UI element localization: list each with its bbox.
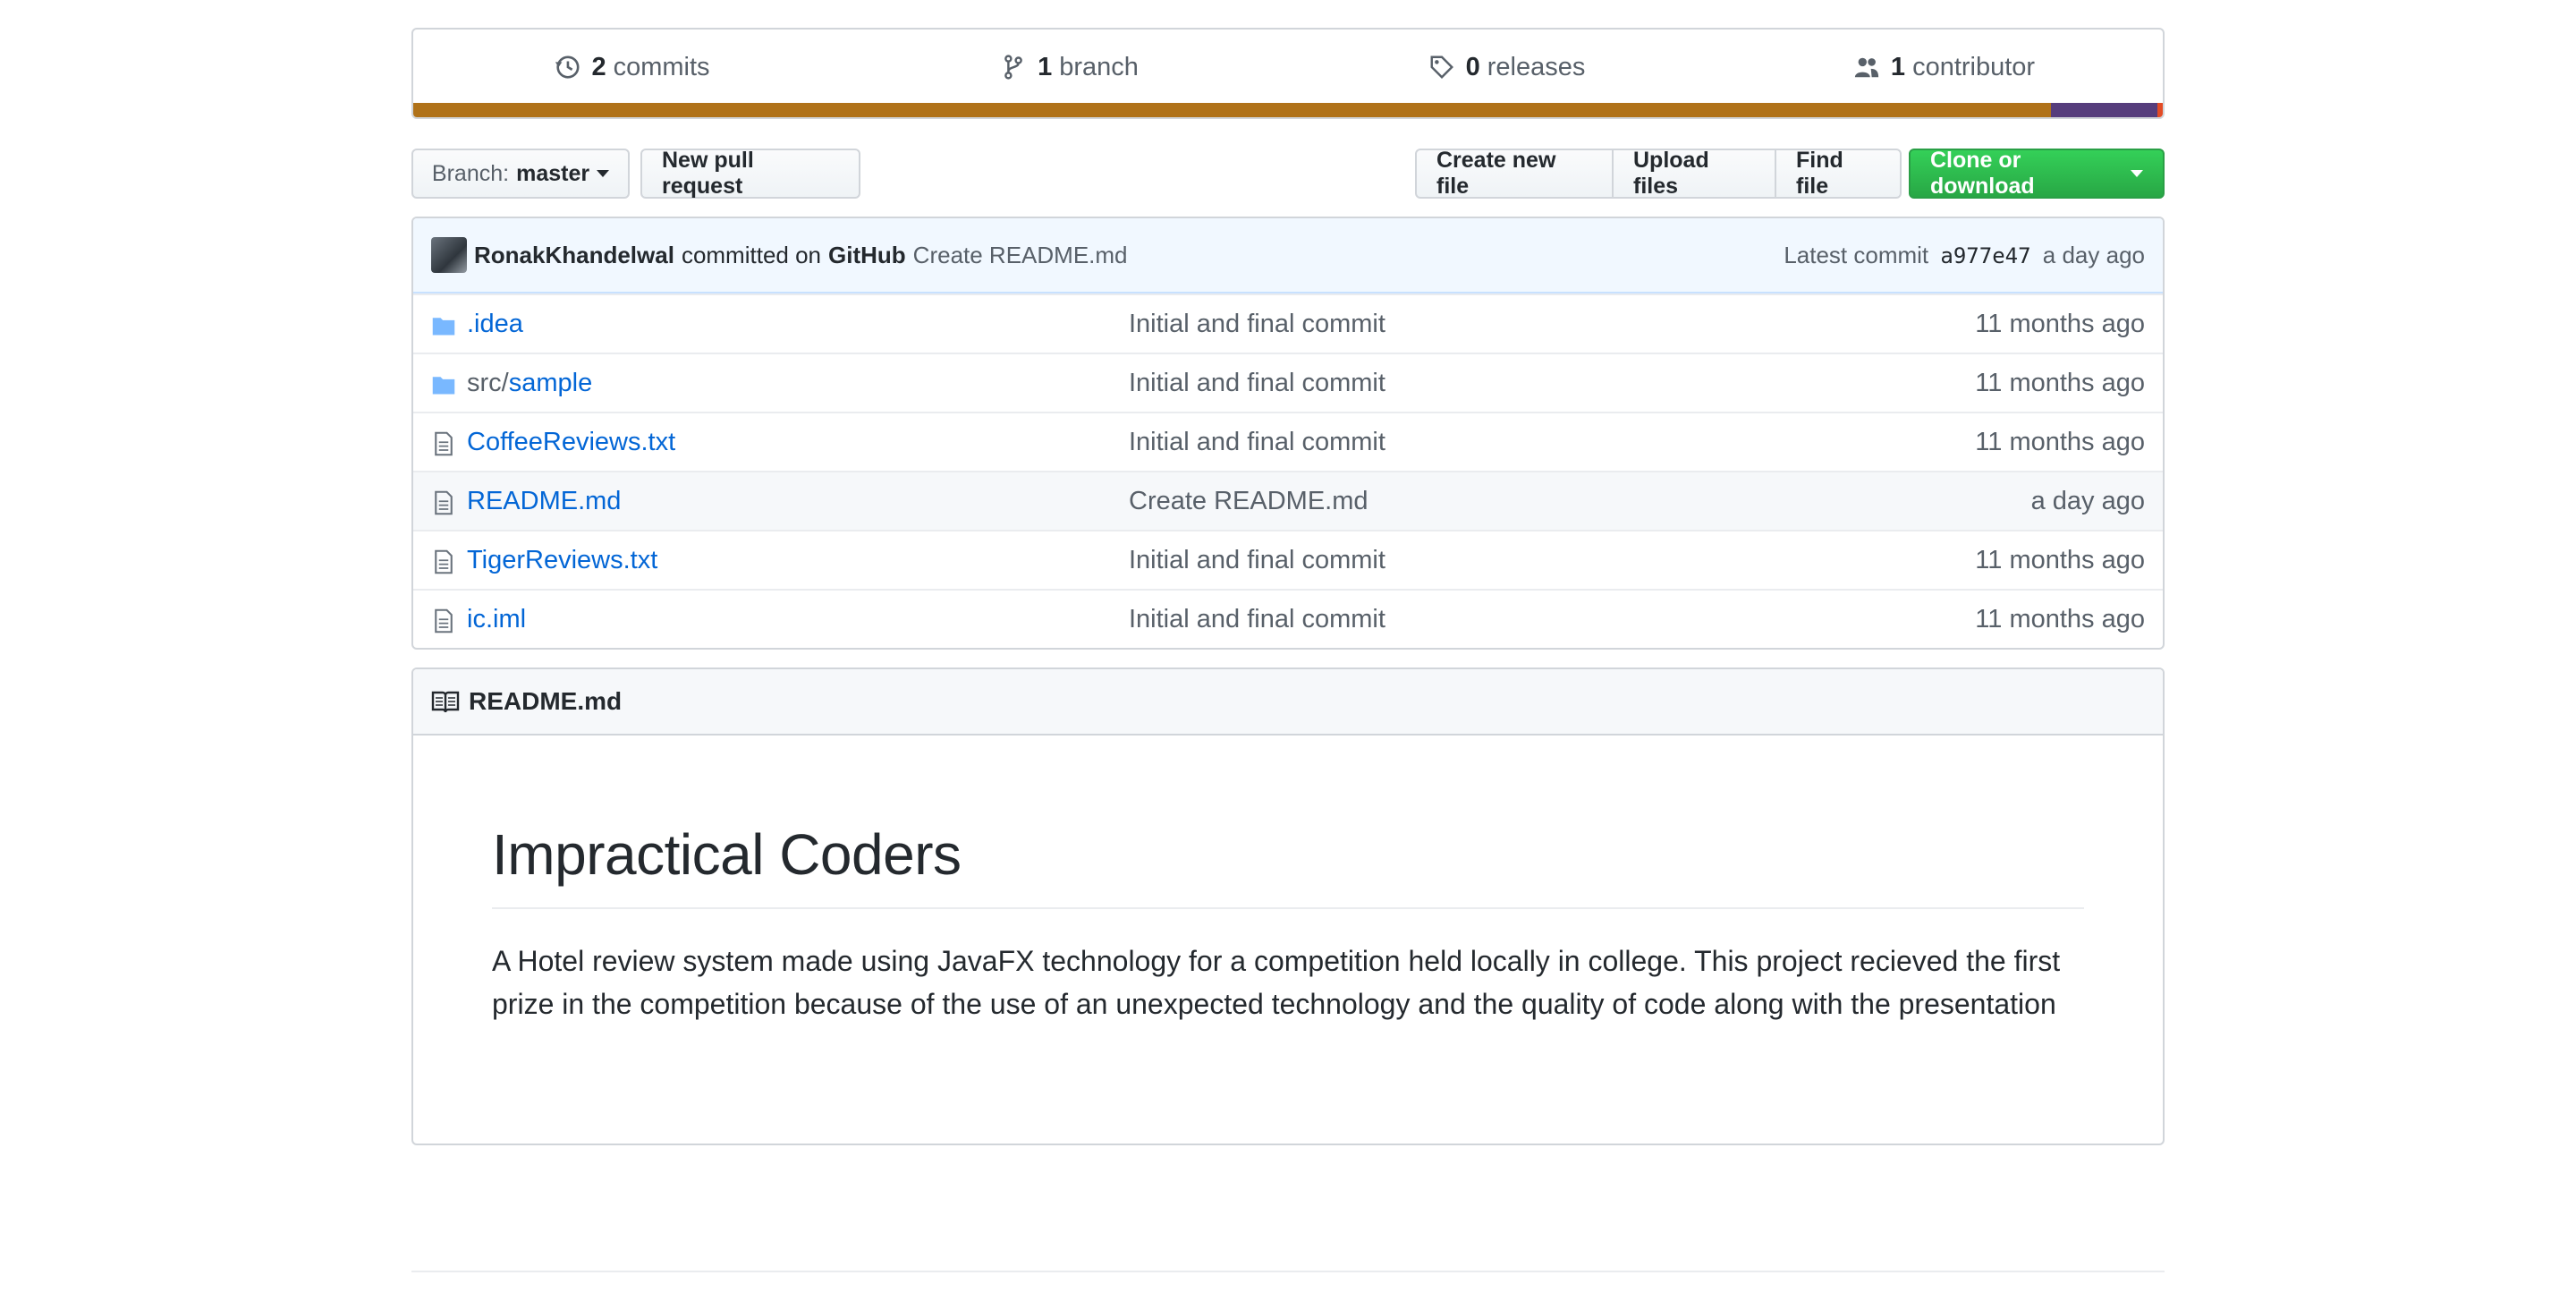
find-file-button[interactable]: Find file [1775,148,1902,199]
file-icon [435,431,453,456]
file-row: ic.iml Initial and final commit 11 month… [413,589,2163,648]
footer-divider [411,1271,2165,1272]
file-commit-message[interactable]: Initial and final commit [1129,310,1385,339]
releases-label: releases [1487,52,1586,81]
language-bar[interactable] [413,103,2163,117]
chevron-down-icon [597,170,610,177]
releases-count: 0 [1465,52,1480,81]
file-age: 11 months ago [1975,545,2145,574]
readme-title: Impractical Coders [492,821,2084,909]
readme-panel: README.md Impractical Coders A Hotel rev… [411,668,2165,1145]
branch-count: 1 [1038,52,1053,81]
branch-label: branch [1059,52,1139,81]
upload-files-button[interactable]: Upload files [1612,148,1776,199]
file-commit-message[interactable]: Create README.md [1129,487,1368,516]
file-row: CoffeeReviews.txt Initial and final comm… [413,412,2163,471]
file-name-link[interactable]: TigerReviews.txt [467,546,657,575]
language-segment-html [2157,103,2163,117]
file-commit-message[interactable]: Initial and final commit [1129,428,1385,457]
file-name-link[interactable]: .idea [467,310,523,339]
language-segment-css [2050,103,2158,117]
commits-label: commits [613,52,710,81]
latest-commit-age: a day ago [2042,241,2145,268]
file-name-link[interactable]: ic.iml [467,605,526,634]
commits-count: 2 [591,52,606,81]
chevron-down-icon [2131,170,2143,177]
readme-header: README.md [413,669,2163,736]
repository-summary: 2 commits 1 branch 0 releases 1 contribu… [411,28,2165,119]
avatar[interactable] [431,237,467,273]
commit-message-link[interactable]: Create README.md [913,242,1128,269]
file-row: TigerReviews.txt Initial and final commi… [413,530,2163,589]
latest-commit-bar: RonakKhandelwal committed on GitHub Crea… [413,218,2163,293]
file-icon [435,608,453,633]
file-commit-message[interactable]: Initial and final commit [1129,605,1385,634]
branch-prefix: Branch: [431,160,510,186]
book-icon [431,691,460,713]
new-pull-request-button[interactable]: New pull request [640,148,860,199]
branches-link[interactable]: 1 branch [851,53,1288,82]
branch-icon [1004,55,1022,80]
readme-filename: README.md [469,687,623,715]
file-age: 11 months ago [1975,604,2145,633]
folder-icon [432,377,455,395]
file-commit-message[interactable]: Initial and final commit [1129,369,1385,398]
folder-icon [432,318,455,336]
contributors-link[interactable]: 1 contributor [1725,53,2163,82]
file-icon [435,490,453,515]
committed-on-text: committed on [681,241,822,268]
file-name-link[interactable]: README.md [467,487,621,516]
history-icon [555,55,580,79]
contributors-label: contributor [1912,52,2036,81]
create-new-file-button[interactable]: Create new file [1415,148,1614,199]
commit-author-link[interactable]: RonakKhandelwal [474,242,674,269]
contributors-count: 1 [1890,52,1906,81]
commit-platform: GitHub [828,241,906,268]
people-icon [1854,57,1879,78]
file-navigation: Branch: master New pull request Create n… [411,148,2165,199]
file-list: RonakKhandelwal committed on GitHub Crea… [411,217,2165,650]
clone-or-download-button[interactable]: Clone or download [1909,148,2165,199]
readme-description: A Hotel review system made using JavaFX … [492,945,2061,1020]
file-row: README.md Create README.md a day ago [413,471,2163,530]
latest-commit-label: Latest commit [1784,241,1929,268]
commit-sha-link[interactable]: a977e47 [1940,243,2030,268]
latest-commit-info: Latest commit a977e47 a day ago [1784,242,2145,269]
file-age: a day ago [2030,486,2145,515]
branch-select-button[interactable]: Branch: master [411,149,630,199]
readme-body: Impractical Coders A Hotel review system… [413,821,2163,1025]
commits-link[interactable]: 2 commits [413,53,851,82]
file-name-link[interactable]: src/sample [467,369,592,398]
file-name-link[interactable]: CoffeeReviews.txt [467,428,675,457]
clone-or-download-label: Clone or download [1930,148,2035,199]
file-actions-group: Create new file Upload files Find file [1415,148,1902,199]
language-segment-java [413,103,2051,117]
releases-link[interactable]: 0 releases [1288,53,1725,82]
file-row: src/sample Initial and final commit 11 m… [413,353,2163,412]
file-icon [435,549,453,574]
file-age: 11 months ago [1975,427,2145,456]
file-row: .idea Initial and final commit 11 months… [413,293,2163,353]
file-commit-message[interactable]: Initial and final commit [1129,546,1385,575]
file-age: 11 months ago [1975,368,2145,397]
file-age: 11 months ago [1975,309,2145,338]
branch-name: master [516,160,590,186]
tag-icon [1430,55,1453,79]
